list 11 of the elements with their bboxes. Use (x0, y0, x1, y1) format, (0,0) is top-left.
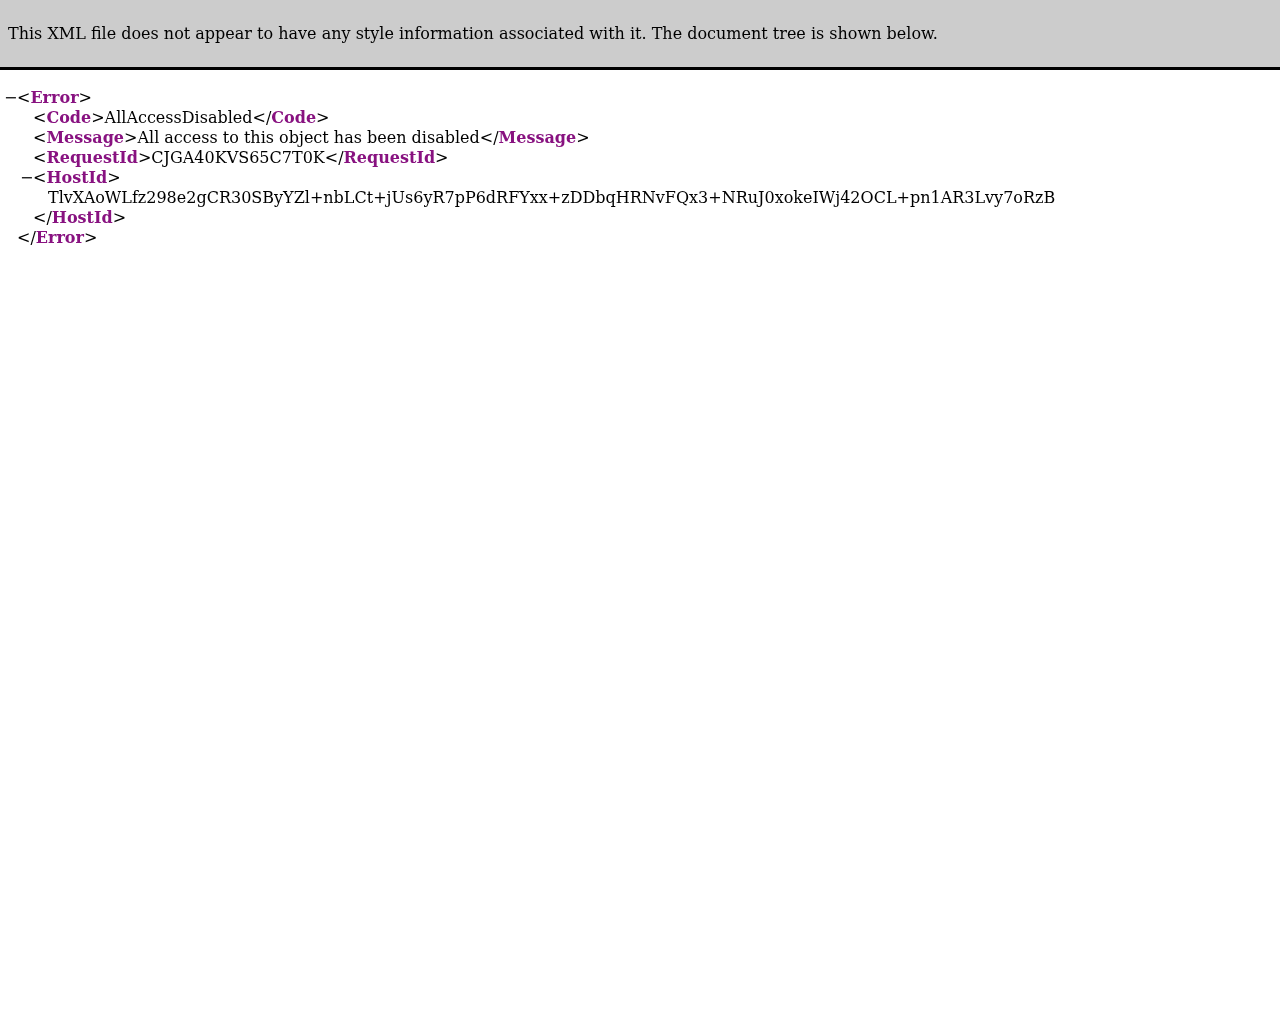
xml-element: <Code>AllAccessDisabled</Code> (33, 108, 330, 128)
xml-text-content: TlvXAoWLfz298e2gCR30SByYZl+nbLCt+jUs6yR7pP6dRFYxx+zDDbqHRNvFQx3+NRuJ0xokeIWj42OCL+pn1AR3Lvy7oRzB (48, 188, 1056, 208)
xml-element: <Message>All access to this object has been disabled</Message> (33, 128, 590, 148)
collapse-toggle[interactable]: − (20, 168, 33, 188)
xml-open-tag: <HostId> (33, 168, 121, 188)
xml-close-tag: </Error> (17, 228, 98, 248)
collapse-toggle[interactable]: − (4, 88, 17, 108)
xml-open-tag: <Error> (17, 88, 92, 108)
xml-element: <RequestId>CJGA40KVS65C7T0K</RequestId> (33, 148, 449, 168)
xml-notice: This XML file does not appear to have any style information associated with it. The document tree is shown below. (8, 22, 938, 45)
xml-close-tag: </HostId> (33, 208, 127, 228)
